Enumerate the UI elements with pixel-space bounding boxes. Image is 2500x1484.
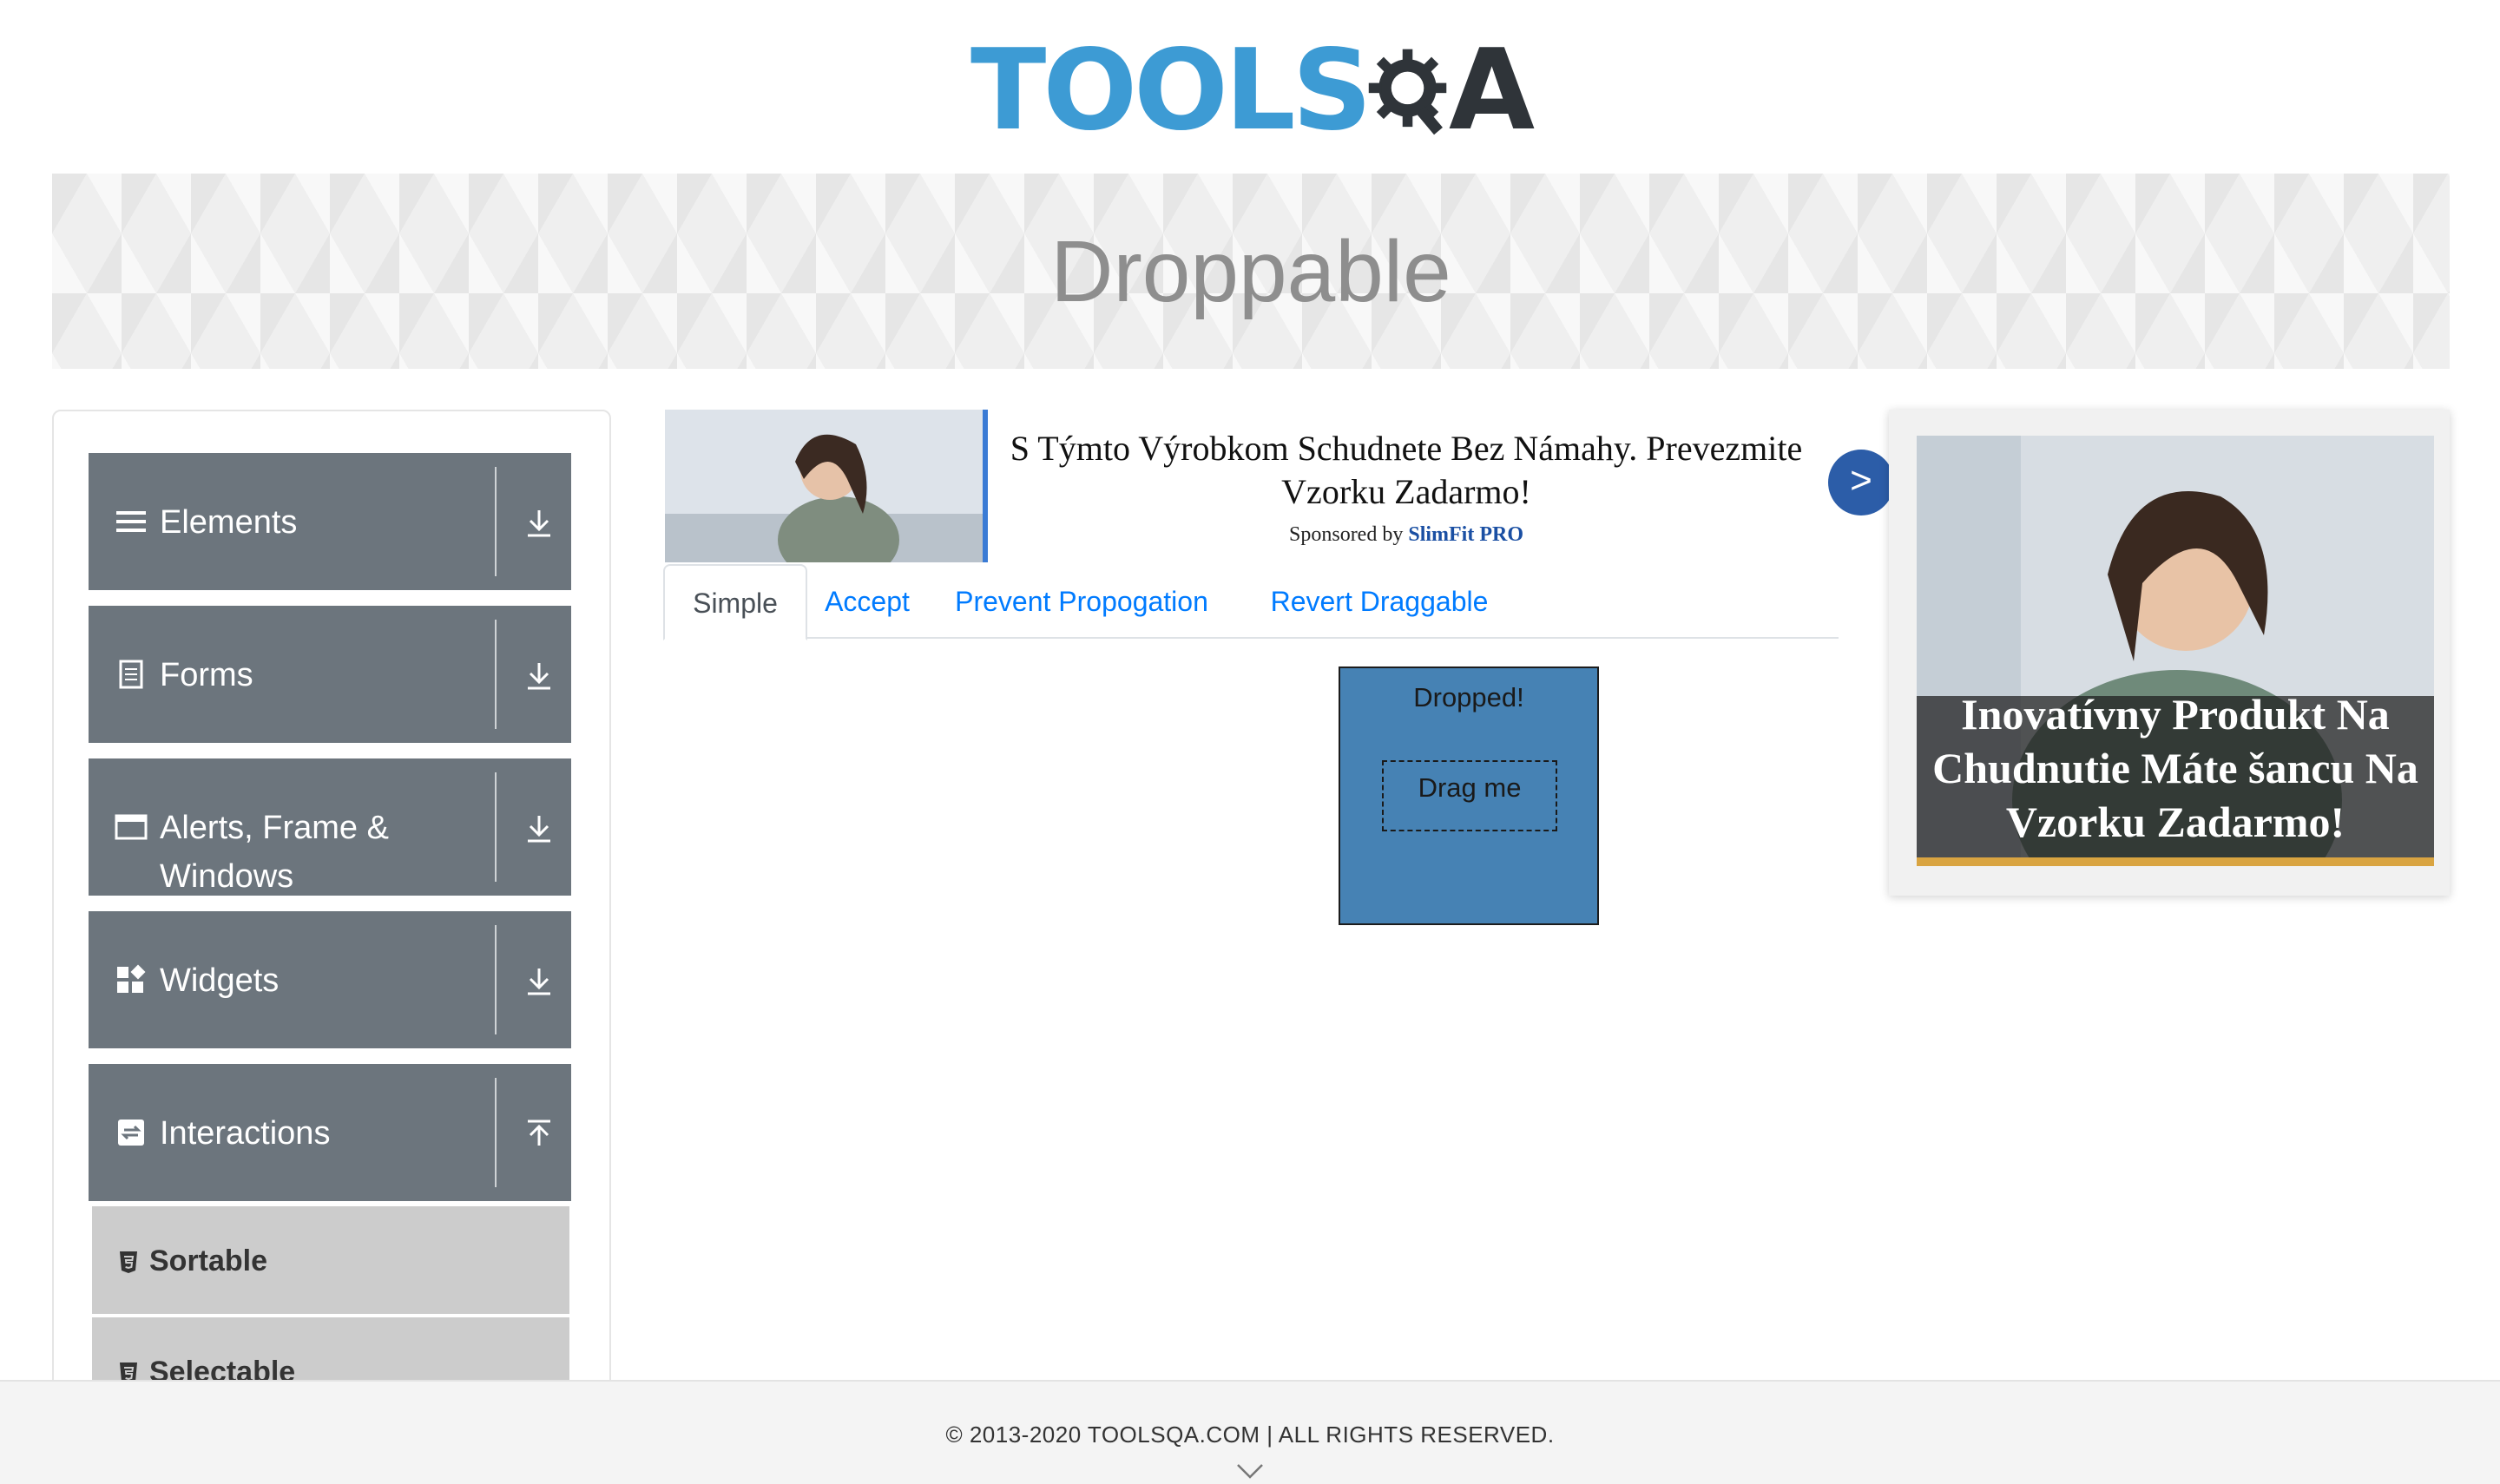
footer: © 2013-2020 TOOLSQA.COM | ALL RIGHTS RES… xyxy=(0,1380,2500,1484)
sidebar-group-elements[interactable]: Elements xyxy=(89,453,571,590)
sidebar-item-sortable[interactable]: Sortable xyxy=(92,1206,569,1314)
menu-icon xyxy=(116,511,146,532)
sidebar-group-interactions[interactable]: Interactions xyxy=(89,1064,571,1201)
document-icon xyxy=(119,660,143,689)
divider xyxy=(495,1078,497,1187)
page-title: Droppable xyxy=(1050,223,1451,320)
tab-simple[interactable]: Simple xyxy=(663,564,807,640)
chevron-down-icon[interactable] xyxy=(1236,1461,1264,1481)
sponsor-brand[interactable]: SlimFit PRO xyxy=(1408,523,1523,546)
drag-label: Drag me xyxy=(1418,772,1522,803)
tab-bar: Simple Accept Prevent Propogation Revert… xyxy=(663,564,1839,640)
page-banner: Droppable xyxy=(52,174,2450,369)
header: TOOLS A xyxy=(0,0,2500,174)
interactions-icon xyxy=(118,1120,144,1146)
download-arrow-icon[interactable] xyxy=(523,965,556,998)
right-ad-headline: Inovatívny Produkt Na Chudnutie Máte šan… xyxy=(1932,690,2418,846)
sidebar: Elements Forms Alerts, Frame & Windows W… xyxy=(52,410,611,1484)
logo-text-a: A xyxy=(1448,26,1535,155)
divider xyxy=(495,467,497,576)
sidebar-group-label: Forms xyxy=(160,657,253,693)
divider xyxy=(495,925,497,1034)
ad-sponsor: Sponsored by SlimFit PRO xyxy=(998,523,1814,547)
divider xyxy=(495,772,497,882)
ad-photo-illustration xyxy=(665,410,983,562)
download-arrow-icon[interactable] xyxy=(523,660,556,693)
divider xyxy=(495,620,497,729)
sponsor-prefix: Sponsored by xyxy=(1289,523,1404,546)
sidebar-group-label: Interactions xyxy=(160,1115,331,1152)
sidebar-group-label: Alerts, Frame & Windows xyxy=(160,810,389,895)
ad-title[interactable]: S Týmto Výrobkom Schudnete Bez Námahy. P… xyxy=(998,427,1814,514)
tab-revert-draggable[interactable]: Revert Draggable xyxy=(1236,564,1523,639)
footer-copyright: © 2013-2020 TOOLSQA.COM | ALL RIGHTS RES… xyxy=(945,1422,1555,1448)
toolsqa-logo[interactable]: TOOLS A xyxy=(970,26,1535,156)
download-arrow-icon[interactable] xyxy=(523,812,556,845)
draggable-box[interactable]: Drag me xyxy=(1382,760,1557,831)
sidebar-group-label: Elements xyxy=(160,504,298,541)
logo-text-tools: TOOLS xyxy=(970,26,1372,155)
html5-icon xyxy=(120,1251,137,1273)
right-ad-accent-bar xyxy=(1917,857,2434,866)
ad-image[interactable] xyxy=(665,410,988,562)
sidebar-group-forms[interactable]: Forms xyxy=(89,606,571,743)
sidebar-group-alerts[interactable]: Alerts, Frame & Windows xyxy=(89,758,571,896)
drop-label: Dropped! xyxy=(1413,682,1524,712)
tab-accept[interactable]: Accept xyxy=(807,564,927,639)
sidebar-group-label: Widgets xyxy=(160,962,280,999)
tab-prevent-propogation[interactable]: Prevent Propogation xyxy=(927,564,1236,639)
window-icon xyxy=(115,814,148,840)
download-arrow-icon[interactable] xyxy=(523,507,556,540)
right-ad[interactable]: Inovatívny Produkt Na Chudnutie Máte šan… xyxy=(1889,410,2450,896)
sidebar-item-label: Sortable xyxy=(149,1244,268,1277)
sidebar-group-widgets[interactable]: Widgets xyxy=(89,911,571,1048)
ad-next-button[interactable]: > xyxy=(1828,450,1894,515)
upload-arrow-icon[interactable] xyxy=(523,1118,556,1151)
widgets-icon xyxy=(117,964,146,993)
gear-magnifier-icon xyxy=(1368,49,1446,135)
